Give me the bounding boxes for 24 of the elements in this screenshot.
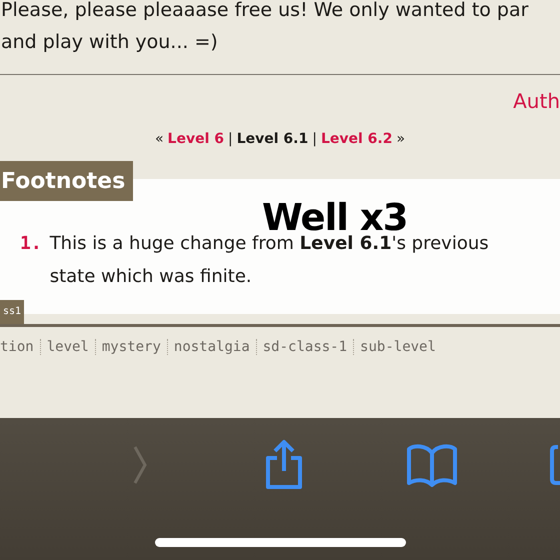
tag-link[interactable]: nostalgia [166, 339, 256, 355]
tag-link[interactable]: level [40, 339, 95, 355]
story-text: Please, please pleaaase free us! We only wanted to par [1, 0, 530, 23]
story-text: and play with you... =) [1, 30, 219, 55]
tabs-button[interactable] [548, 442, 560, 488]
bookmarks-button[interactable] [405, 442, 459, 488]
next-mark: » [396, 131, 406, 147]
nav-separator: | [312, 131, 317, 147]
tabs-icon [548, 443, 560, 487]
tag-link[interactable]: sub-level [353, 339, 442, 355]
author-link[interactable]: Auth [513, 89, 560, 117]
level-link[interactable]: Level 6 [168, 131, 224, 147]
tag-link[interactable]: tion [0, 339, 40, 355]
level-link[interactable]: Level 6.2 [320, 131, 392, 147]
tag-link[interactable]: mystery [94, 339, 167, 355]
share-icon [263, 439, 305, 491]
current-level: Level 6.1 [236, 131, 308, 147]
footnote-number: 1. [20, 232, 42, 256]
book-icon [406, 443, 458, 487]
nav-separator: | [228, 131, 233, 147]
tag-link[interactable]: sd-class-1 [256, 339, 354, 355]
forward-icon [133, 445, 147, 485]
footnotes-heading: Footnotes [0, 161, 133, 201]
prev-mark: « [154, 131, 164, 147]
